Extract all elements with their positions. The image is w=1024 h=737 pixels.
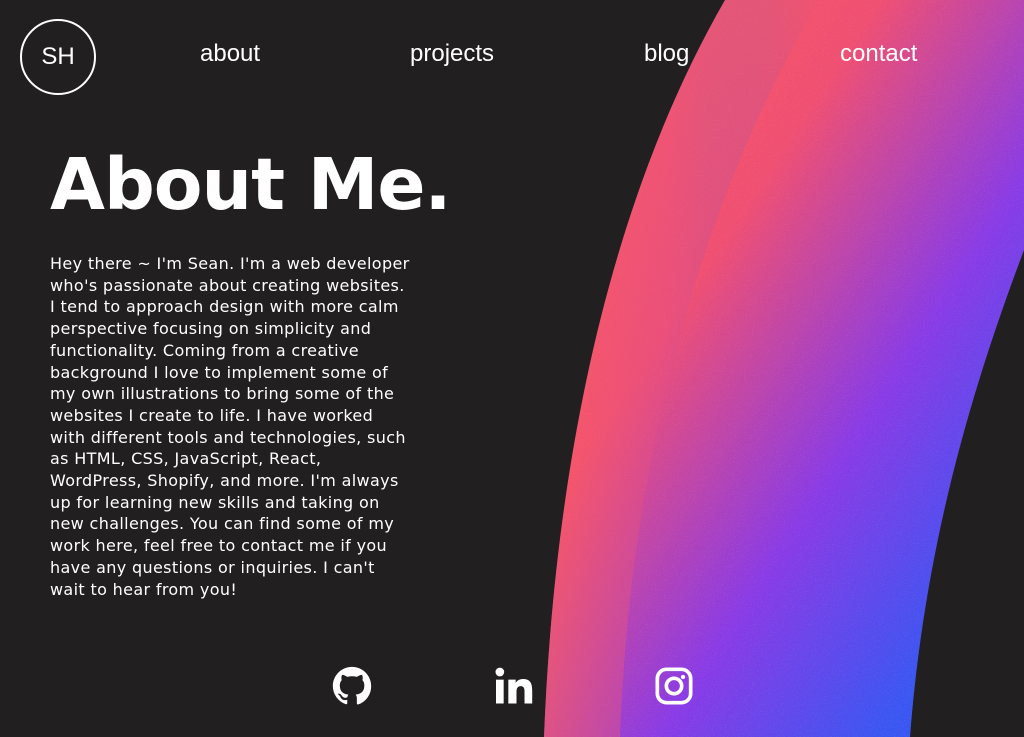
nav-link-projects[interactable]: projects	[410, 38, 494, 70]
linkedin-link[interactable]	[494, 666, 534, 706]
instagram-link[interactable]	[654, 666, 694, 706]
bio-line: work here, feel free to contact me if yo…	[50, 536, 388, 556]
nav-link-contact[interactable]: contact	[840, 38, 917, 70]
bio-line: with different tools and technologies, s…	[50, 427, 406, 447]
bio-line: WordPress, Shopify, and more. I'm always	[50, 471, 399, 491]
bio-line: have any questions or inquiries. I can't	[50, 557, 375, 577]
logo-home-link[interactable]: SH	[20, 19, 96, 95]
nav-link-blog[interactable]: blog	[644, 38, 689, 70]
bio-line: Hey there ~ I'm Sean. I'm a web develope…	[50, 254, 410, 273]
nav-link-about[interactable]: about	[200, 38, 260, 70]
bio-line: websites I create to life. I have worked	[50, 405, 374, 425]
github-link[interactable]	[332, 666, 372, 706]
bio-line: as HTML, CSS, JavaScript, React,	[50, 449, 322, 469]
bio-paragraph: Hey there ~ I'm Sean. I'm a web develope…	[50, 253, 442, 600]
bio-line: new challenges. You can find some of my	[50, 514, 395, 534]
bio-line: I tend to approach design with more calm	[50, 297, 399, 317]
bio-line: who's passionate about creating websites…	[50, 275, 405, 295]
bio-line: my own illustrations to bring some of th…	[50, 384, 395, 404]
instagram-icon	[655, 667, 693, 705]
bio-line: wait to hear from you!	[50, 579, 238, 599]
bio-line: functionality. Coming from a creative	[50, 340, 359, 360]
github-icon	[332, 666, 372, 705]
bio-line: perspective focusing on simplicity and	[50, 319, 372, 339]
linkedin-icon	[495, 667, 533, 704]
bio-line: up for learning new skills and taking on	[50, 492, 380, 512]
page-title: About Me.	[50, 143, 452, 226]
bio-line: background I love to implement some of	[50, 362, 389, 382]
